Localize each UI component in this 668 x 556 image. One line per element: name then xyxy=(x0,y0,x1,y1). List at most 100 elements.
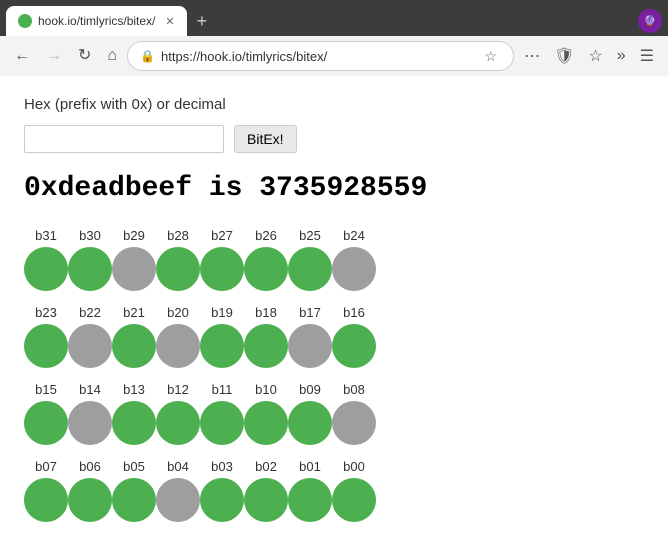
bit-label-b01: b01 xyxy=(288,459,332,474)
bit-circle-b27 xyxy=(200,247,244,291)
bit-label-b25: b25 xyxy=(288,228,332,243)
bit-circle-b16 xyxy=(332,324,376,368)
bit-circle-b04 xyxy=(156,478,200,522)
bookmark-button[interactable]: ☆ xyxy=(582,42,608,70)
new-tab-button[interactable]: + xyxy=(187,11,218,32)
bit-label-b06: b06 xyxy=(68,459,112,474)
bit-circle-b11 xyxy=(200,401,244,445)
bit-label-row-3: b07b06b05b04b03b02b01b00 xyxy=(24,459,644,474)
forward-button[interactable]: → xyxy=(40,44,68,68)
bit-circle-b14 xyxy=(68,401,112,445)
bit-label-b04: b04 xyxy=(156,459,200,474)
bit-label-b24: b24 xyxy=(332,228,376,243)
bit-label-b00: b00 xyxy=(332,459,376,474)
tab-close-button[interactable]: ✕ xyxy=(165,15,174,28)
browser-profile[interactable]: 🔮 xyxy=(638,9,662,33)
bit-circle-b28 xyxy=(156,247,200,291)
tab-title: hook.io/timlyrics/bitex/ xyxy=(38,14,155,28)
bit-circle-row-0 xyxy=(24,247,644,291)
reload-button[interactable]: ↻ xyxy=(72,44,97,68)
address-bar[interactable]: 🔒 https://hook.io/timlyrics/bitex/ ☆ xyxy=(127,41,514,71)
tab-bar: hook.io/timlyrics/bitex/ ✕ + 🔮 xyxy=(0,0,668,36)
bit-label-row-2: b15b14b13b12b11b10b09b08 xyxy=(24,382,644,397)
bookmark-star-icon[interactable]: ☆ xyxy=(481,46,502,67)
bit-label-b21: b21 xyxy=(112,305,156,320)
bit-label-b26: b26 xyxy=(244,228,288,243)
active-tab[interactable]: hook.io/timlyrics/bitex/ ✕ xyxy=(6,6,187,36)
bit-label-b05: b05 xyxy=(112,459,156,474)
bit-circle-b26 xyxy=(244,247,288,291)
bit-label-b17: b17 xyxy=(288,305,332,320)
bit-circle-b06 xyxy=(68,478,112,522)
extensions-button[interactable]: ⋯ xyxy=(518,42,546,70)
bit-circle-b24 xyxy=(332,247,376,291)
url-text: https://hook.io/timlyrics/bitex/ xyxy=(161,49,475,64)
page-content: Hex (prefix with 0x) or decimal BitEx! 0… xyxy=(0,76,668,556)
bits-container: b31b30b29b28b27b26b25b24b23b22b21b20b19b… xyxy=(24,228,644,536)
bit-circle-b09 xyxy=(288,401,332,445)
nav-right-icons: ⋯ 🛡 ☆ » ☰ xyxy=(518,42,660,70)
bit-label-b22: b22 xyxy=(68,305,112,320)
bit-label-b16: b16 xyxy=(332,305,376,320)
bit-circle-b13 xyxy=(112,401,156,445)
input-label: Hex (prefix with 0x) or decimal xyxy=(24,96,644,113)
bit-circle-b29 xyxy=(112,247,156,291)
bit-circle-b10 xyxy=(244,401,288,445)
address-actions: ☆ xyxy=(481,46,502,67)
input-row: BitEx! xyxy=(24,125,644,153)
bit-label-b13: b13 xyxy=(112,382,156,397)
result-heading: 0xdeadbeef is 3735928559 xyxy=(24,173,644,204)
bit-circle-b19 xyxy=(200,324,244,368)
bit-label-row-0: b31b30b29b28b27b26b25b24 xyxy=(24,228,644,243)
bitex-button[interactable]: BitEx! xyxy=(234,125,297,153)
bit-circle-b08 xyxy=(332,401,376,445)
bit-label-b12: b12 xyxy=(156,382,200,397)
bit-circle-b03 xyxy=(200,478,244,522)
bit-circle-b23 xyxy=(24,324,68,368)
bit-circle-b31 xyxy=(24,247,68,291)
bit-circle-b15 xyxy=(24,401,68,445)
bit-circle-b02 xyxy=(244,478,288,522)
bit-label-b19: b19 xyxy=(200,305,244,320)
bit-label-b11: b11 xyxy=(200,382,244,397)
browser-chrome: hook.io/timlyrics/bitex/ ✕ + 🔮 ← → ↻ ⌂ 🔒… xyxy=(0,0,668,76)
bit-label-b03: b03 xyxy=(200,459,244,474)
bit-circle-b17 xyxy=(288,324,332,368)
bit-label-b08: b08 xyxy=(332,382,376,397)
bit-circle-b25 xyxy=(288,247,332,291)
bit-circle-row-1 xyxy=(24,324,644,368)
bit-circle-b18 xyxy=(244,324,288,368)
back-button[interactable]: ← xyxy=(8,44,36,68)
shield-button[interactable]: 🛡 xyxy=(548,42,580,70)
bit-label-b14: b14 xyxy=(68,382,112,397)
tab-favicon xyxy=(18,14,32,28)
bit-label-b28: b28 xyxy=(156,228,200,243)
home-button[interactable]: ⌂ xyxy=(101,44,123,68)
bit-label-row-1: b23b22b21b20b19b18b17b16 xyxy=(24,305,644,320)
bit-circle-b22 xyxy=(68,324,112,368)
bit-label-b02: b02 xyxy=(244,459,288,474)
nav-bar: ← → ↻ ⌂ 🔒 https://hook.io/timlyrics/bite… xyxy=(0,36,668,76)
bit-circle-b07 xyxy=(24,478,68,522)
bit-label-b23: b23 xyxy=(24,305,68,320)
security-icon: 🔒 xyxy=(140,49,155,63)
bit-circle-b20 xyxy=(156,324,200,368)
bit-label-b10: b10 xyxy=(244,382,288,397)
bit-label-b31: b31 xyxy=(24,228,68,243)
bit-label-b18: b18 xyxy=(244,305,288,320)
bit-circle-b05 xyxy=(112,478,156,522)
bit-label-b30: b30 xyxy=(68,228,112,243)
bit-label-b27: b27 xyxy=(200,228,244,243)
bit-label-b15: b15 xyxy=(24,382,68,397)
bit-label-b09: b09 xyxy=(288,382,332,397)
bit-circle-b30 xyxy=(68,247,112,291)
hex-input[interactable] xyxy=(24,125,224,153)
bit-label-b29: b29 xyxy=(112,228,156,243)
bit-circle-b21 xyxy=(112,324,156,368)
bit-circle-b00 xyxy=(332,478,376,522)
expand-button[interactable]: » xyxy=(611,43,632,69)
bit-circle-row-2 xyxy=(24,401,644,445)
bit-label-b07: b07 xyxy=(24,459,68,474)
menu-button[interactable]: ☰ xyxy=(634,42,660,70)
bit-label-b20: b20 xyxy=(156,305,200,320)
